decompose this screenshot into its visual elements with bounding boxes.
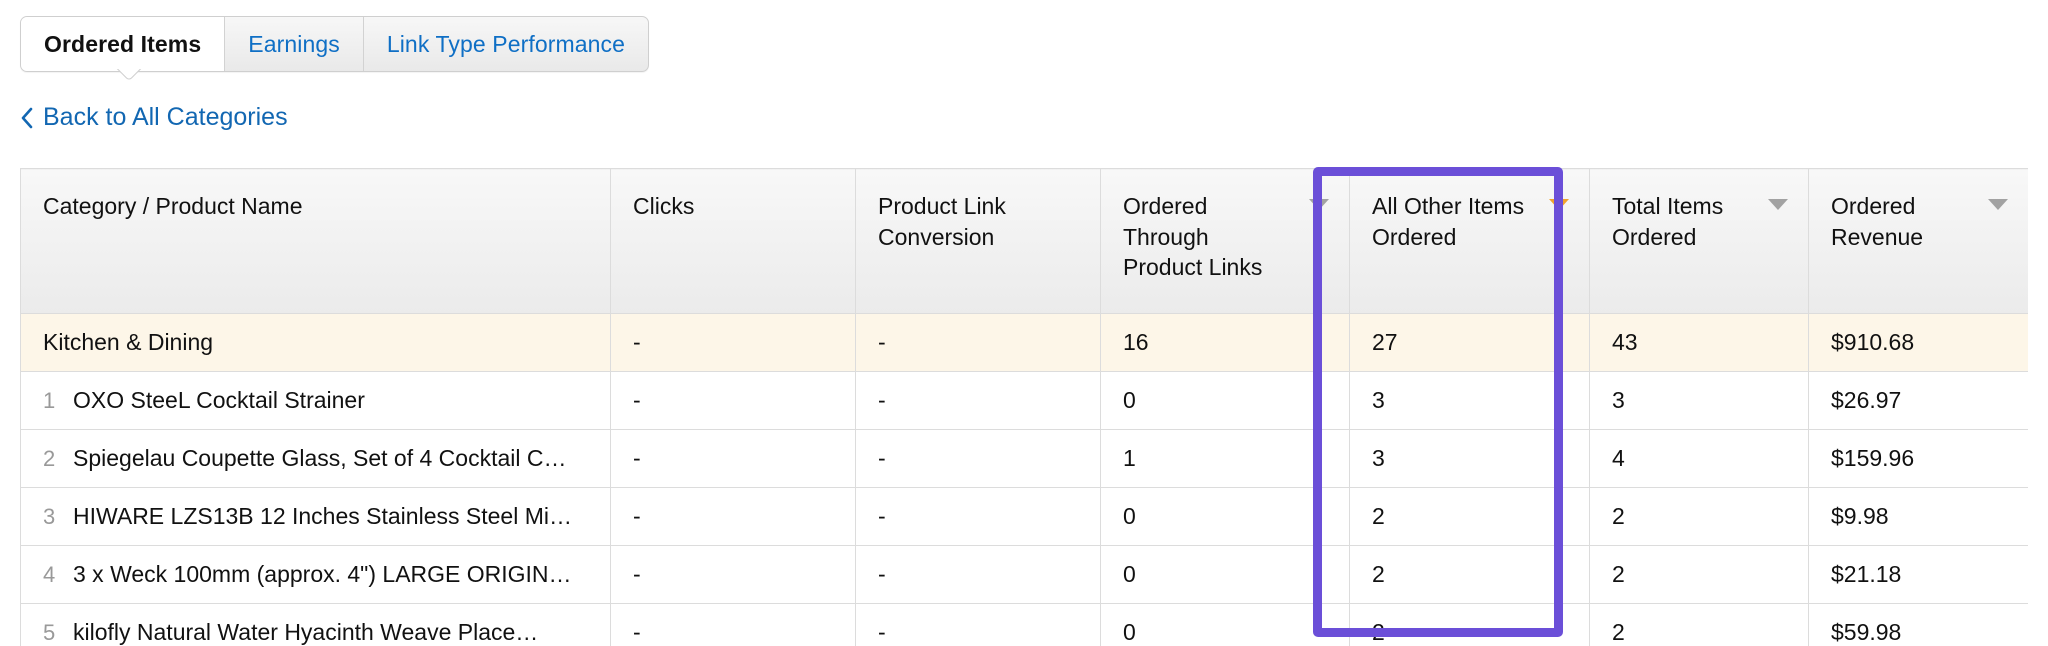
product-ordered-revenue: $26.97 <box>1809 372 2029 430</box>
table-body: Kitchen & Dining - - 16 27 43 $910.68 1O… <box>21 314 2029 646</box>
tab-earnings[interactable]: Earnings <box>225 17 364 71</box>
column-header-clicks-label: Clicks <box>633 191 833 222</box>
product-total-items-ordered: 4 <box>1590 430 1809 488</box>
product-ordered-revenue: $159.96 <box>1809 430 2029 488</box>
summary-ordered-through-product-links: 16 <box>1101 314 1350 372</box>
product-clicks: - <box>611 372 856 430</box>
tab-link-type-performance-label: Link Type Performance <box>387 33 625 56</box>
product-ordered-through-product-links: 0 <box>1101 546 1350 604</box>
product-total-items-ordered: 2 <box>1590 546 1809 604</box>
sort-descending-active-icon[interactable] <box>1549 199 1569 210</box>
ordered-items-report-page: Ordered Items Earnings Link Type Perform… <box>0 0 2048 646</box>
product-conversion: - <box>856 430 1101 488</box>
product-clicks: - <box>611 488 856 546</box>
back-to-all-categories-label: Back to All Categories <box>43 105 288 130</box>
column-header-all-other-items-ordered-label: All Other Items Ordered <box>1372 191 1567 252</box>
tab-ordered-items-label: Ordered Items <box>44 33 201 56</box>
table-header-row: Category / Product Name Clicks Product L… <box>21 169 2029 314</box>
column-header-ordered-through-product-links-label: Ordered Through Product Links <box>1123 191 1327 283</box>
sort-descending-icon[interactable] <box>1768 199 1788 210</box>
column-header-ordered-revenue-label: Ordered Revenue <box>1831 191 2006 252</box>
summary-all-other-items-ordered: 27 <box>1350 314 1590 372</box>
summary-category-name: Kitchen & Dining <box>21 314 611 372</box>
ordered-items-table-container: Category / Product Name Clicks Product L… <box>20 168 2028 646</box>
product-rank: 5 <box>43 620 73 646</box>
product-rank: 3 <box>43 504 73 530</box>
product-all-other-items-ordered: 2 <box>1350 604 1590 646</box>
table-row[interactable]: 5kilofly Natural Water Hyacinth Weave Pl… <box>21 604 2029 646</box>
sort-descending-icon[interactable] <box>1988 199 2008 210</box>
product-ordered-revenue: $59.98 <box>1809 604 2029 646</box>
category-summary-row[interactable]: Kitchen & Dining - - 16 27 43 $910.68 <box>21 314 2029 372</box>
column-header-category-product-name[interactable]: Category / Product Name <box>21 169 611 314</box>
product-total-items-ordered: 2 <box>1590 604 1809 646</box>
column-header-total-items-ordered-label: Total Items Ordered <box>1612 191 1786 252</box>
product-ordered-through-product-links: 1 <box>1101 430 1350 488</box>
column-header-total-items-ordered[interactable]: Total Items Ordered <box>1590 169 1809 314</box>
product-name: kilofly Natural Water Hyacinth Weave Pla… <box>73 619 538 646</box>
product-clicks: - <box>611 604 856 646</box>
product-all-other-items-ordered: 2 <box>1350 488 1590 546</box>
ordered-items-table: Category / Product Name Clicks Product L… <box>20 168 2028 646</box>
product-all-other-items-ordered: 3 <box>1350 430 1590 488</box>
product-ordered-through-product-links: 0 <box>1101 488 1350 546</box>
product-ordered-through-product-links: 0 <box>1101 372 1350 430</box>
column-header-all-other-items-ordered[interactable]: All Other Items Ordered <box>1350 169 1590 314</box>
tab-ordered-items[interactable]: Ordered Items <box>21 17 225 71</box>
table-row[interactable]: 1OXO SteeL Cocktail Strainer - - 0 3 3 $… <box>21 372 2029 430</box>
product-ordered-revenue: $9.98 <box>1809 488 2029 546</box>
column-header-product-link-conversion-label: Product Link Conversion <box>878 191 1078 252</box>
product-name: Spiegelau Coupette Glass, Set of 4 Cockt… <box>73 445 566 473</box>
summary-conversion: - <box>856 314 1101 372</box>
product-name-cell: 2Spiegelau Coupette Glass, Set of 4 Cock… <box>21 430 611 488</box>
column-header-clicks[interactable]: Clicks <box>611 169 856 314</box>
tab-earnings-label: Earnings <box>248 33 340 56</box>
product-conversion: - <box>856 372 1101 430</box>
product-name-cell: 3HIWARE LZS13B 12 Inches Stainless Steel… <box>21 488 611 546</box>
summary-clicks: - <box>611 314 856 372</box>
product-total-items-ordered: 3 <box>1590 372 1809 430</box>
column-header-category-product-name-label: Category / Product Name <box>43 191 588 222</box>
product-clicks: - <box>611 430 856 488</box>
summary-total-items-ordered: 43 <box>1590 314 1809 372</box>
table-header: Category / Product Name Clicks Product L… <box>21 169 2029 314</box>
table-row[interactable]: 3HIWARE LZS13B 12 Inches Stainless Steel… <box>21 488 2029 546</box>
product-name: HIWARE LZS13B 12 Inches Stainless Steel … <box>73 503 572 531</box>
back-to-all-categories-link[interactable]: Back to All Categories <box>20 105 288 130</box>
product-all-other-items-ordered: 3 <box>1350 372 1590 430</box>
tab-link-type-performance[interactable]: Link Type Performance <box>364 17 648 71</box>
product-name: OXO SteeL Cocktail Strainer <box>73 387 365 415</box>
sort-descending-icon[interactable] <box>1309 199 1329 210</box>
column-header-ordered-revenue[interactable]: Ordered Revenue <box>1809 169 2029 314</box>
column-header-product-link-conversion[interactable]: Product Link Conversion <box>856 169 1101 314</box>
product-ordered-through-product-links: 0 <box>1101 604 1350 646</box>
column-header-ordered-through-product-links[interactable]: Ordered Through Product Links <box>1101 169 1350 314</box>
product-rank: 1 <box>43 388 73 414</box>
product-name: 3 x Weck 100mm (approx. 4") LARGE ORIGIN… <box>73 561 572 589</box>
product-total-items-ordered: 2 <box>1590 488 1809 546</box>
product-conversion: - <box>856 546 1101 604</box>
product-rank: 2 <box>43 446 73 472</box>
tab-list: Ordered Items Earnings Link Type Perform… <box>20 16 649 72</box>
product-all-other-items-ordered: 2 <box>1350 546 1590 604</box>
product-conversion: - <box>856 604 1101 646</box>
summary-ordered-revenue: $910.68 <box>1809 314 2029 372</box>
table-row[interactable]: 2Spiegelau Coupette Glass, Set of 4 Cock… <box>21 430 2029 488</box>
report-tabs: Ordered Items Earnings Link Type Perform… <box>20 16 649 70</box>
product-name-cell: 5kilofly Natural Water Hyacinth Weave Pl… <box>21 604 611 646</box>
summary-category-name-label: Kitchen & Dining <box>43 329 213 355</box>
product-rank: 4 <box>43 562 73 588</box>
product-conversion: - <box>856 488 1101 546</box>
product-clicks: - <box>611 546 856 604</box>
product-ordered-revenue: $21.18 <box>1809 546 2029 604</box>
chevron-left-icon <box>20 107 34 129</box>
product-name-cell: 43 x Weck 100mm (approx. 4") LARGE ORIGI… <box>21 546 611 604</box>
table-row[interactable]: 43 x Weck 100mm (approx. 4") LARGE ORIGI… <box>21 546 2029 604</box>
product-name-cell: 1OXO SteeL Cocktail Strainer <box>21 372 611 430</box>
